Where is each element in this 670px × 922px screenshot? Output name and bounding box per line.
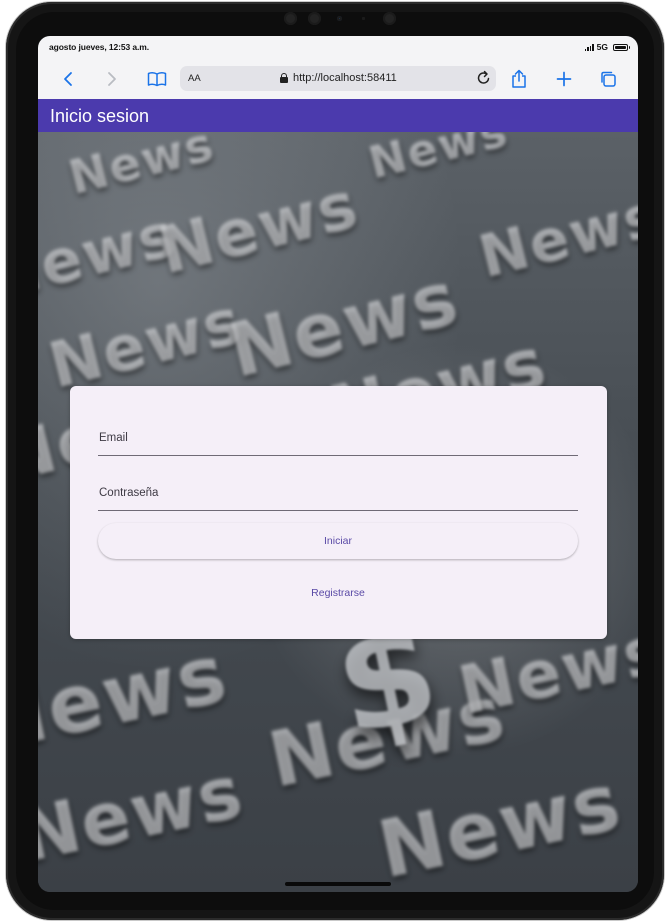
front-camera-array bbox=[284, 12, 404, 26]
sensor-icon bbox=[308, 12, 321, 25]
network-type: 5G bbox=[596, 42, 608, 52]
bg-news-word: News bbox=[152, 168, 367, 290]
password-field[interactable]: Contraseña bbox=[98, 470, 582, 512]
bg-news-word: News bbox=[371, 757, 630, 892]
address-bar[interactable]: AA http://localhost:58411 bbox=[180, 66, 496, 91]
app-bar: Inicio sesion bbox=[38, 99, 638, 132]
login-card: Email Contraseña Iniciar Registrarse bbox=[70, 386, 607, 639]
back-button[interactable] bbox=[56, 68, 80, 90]
status-bar: agosto jueves, 12:53 a.m. 5G bbox=[38, 36, 638, 60]
browser-toolbar: AA http://localhost:58411 bbox=[38, 60, 638, 100]
camera-lens-icon bbox=[337, 16, 342, 21]
email-field[interactable]: Email bbox=[98, 415, 582, 457]
bg-news-word: News bbox=[63, 132, 220, 206]
forward-button[interactable] bbox=[100, 68, 124, 90]
bg-news-word: News bbox=[38, 749, 251, 879]
url-display[interactable]: http://localhost:58411 bbox=[280, 72, 397, 84]
sensor-icon bbox=[383, 12, 396, 25]
email-input[interactable] bbox=[98, 415, 582, 457]
share-button[interactable] bbox=[507, 68, 531, 90]
status-time: agosto jueves, 12:53 a.m. bbox=[49, 42, 150, 52]
page-title: Inicio sesion bbox=[50, 106, 150, 126]
url-text: http://localhost:58411 bbox=[293, 72, 397, 84]
password-input[interactable] bbox=[98, 470, 582, 512]
sensor-icon bbox=[284, 12, 297, 25]
home-indicator bbox=[285, 882, 391, 886]
chevron-left-icon bbox=[64, 72, 72, 86]
share-icon bbox=[512, 69, 526, 88]
bg-news-word: News bbox=[38, 626, 236, 771]
tabs-button[interactable] bbox=[596, 68, 620, 90]
reload-icon[interactable] bbox=[476, 69, 492, 87]
bg-news-word: News bbox=[363, 132, 514, 190]
lock-icon bbox=[280, 73, 288, 83]
book-icon bbox=[147, 72, 167, 87]
sensor-icon bbox=[362, 17, 365, 20]
device-screen: agosto jueves, 12:53 a.m. 5G AA http://l… bbox=[38, 36, 638, 892]
bookmarks-button[interactable] bbox=[145, 68, 169, 90]
tabs-icon bbox=[601, 71, 616, 87]
text-size-button[interactable]: AA bbox=[188, 73, 201, 84]
chevron-right-icon bbox=[108, 72, 116, 86]
plus-icon bbox=[556, 71, 572, 87]
status-indicators: 5G bbox=[584, 42, 630, 52]
new-tab-button[interactable] bbox=[552, 68, 576, 90]
battery-icon bbox=[613, 43, 630, 51]
signal-icon bbox=[584, 43, 594, 51]
bg-news-word: News bbox=[472, 180, 638, 292]
login-button[interactable]: Iniciar bbox=[98, 523, 578, 559]
register-button[interactable]: Registrarse bbox=[292, 582, 384, 604]
